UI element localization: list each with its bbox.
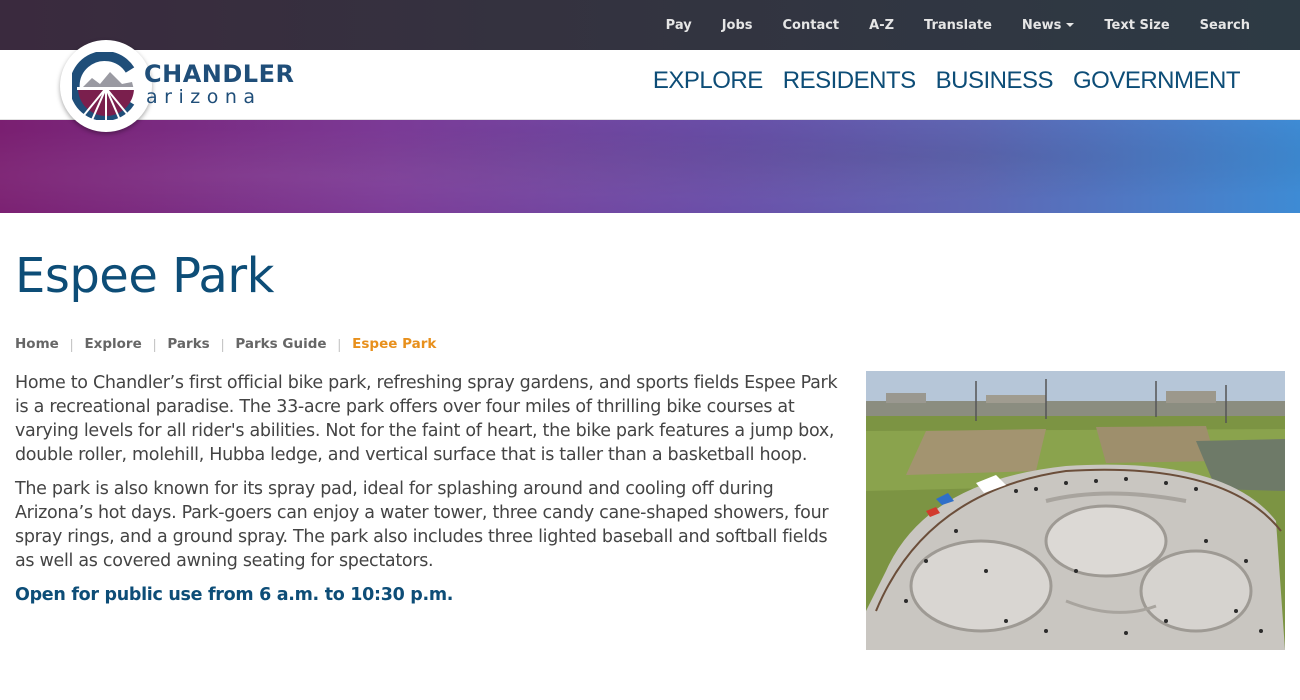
breadcrumb-separator: | (220, 336, 225, 352)
breadcrumb-current: Espee Park (352, 336, 437, 352)
caret-down-icon (1066, 22, 1075, 27)
logo-wordmark: CHANDLER arizona (144, 61, 294, 107)
utility-link-search[interactable]: Search (1200, 18, 1250, 33)
utility-link-text-size[interactable]: Text Size (1104, 18, 1169, 33)
breadcrumb-explore[interactable]: Explore (84, 336, 141, 352)
content-paragraph-1: Home to Chandler’s first official bike p… (15, 373, 838, 465)
hours-text: Open for public use from 6 a.m. to 10:30… (15, 585, 454, 605)
utility-link-contact[interactable]: Contact (783, 18, 840, 33)
breadcrumb-home[interactable]: Home (15, 336, 59, 352)
breadcrumb: Home | Explore | Parks | Parks Guide | E… (15, 336, 436, 352)
utility-nav: Pay Jobs Contact A-Z Translate News Text… (636, 0, 1250, 50)
main-nav-business[interactable]: BUSINESS (936, 67, 1054, 95)
park-photo (866, 371, 1285, 650)
logo-line-chandler: CHANDLER (144, 60, 295, 88)
hero-banner (0, 120, 1300, 213)
skate-park-aerial-image (866, 371, 1285, 650)
chandler-emblem-icon (72, 52, 135, 120)
utility-link-pay[interactable]: Pay (666, 18, 692, 33)
page-content: Home to Chandler’s first official bike p… (15, 371, 850, 607)
page-title: Espee Park (15, 248, 274, 304)
utility-link-jobs[interactable]: Jobs (722, 18, 753, 33)
breadcrumb-parks[interactable]: Parks (167, 336, 209, 352)
breadcrumb-separator: | (337, 336, 342, 352)
breadcrumb-parks-guide[interactable]: Parks Guide (235, 336, 326, 352)
site-logo[interactable]: CHANDLER arizona (60, 40, 300, 132)
main-nav-explore[interactable]: EXPLORE (653, 67, 763, 95)
utility-link-a-z[interactable]: A-Z (869, 18, 894, 33)
logo-line-arizona: arizona (146, 86, 262, 108)
main-nav: EXPLORE RESIDENTS BUSINESS GOVERNMENT (633, 50, 1241, 112)
main-nav-residents[interactable]: RESIDENTS (783, 67, 916, 95)
utility-link-news-label: News (1021, 17, 1062, 33)
breadcrumb-separator: | (69, 336, 74, 352)
utility-link-news[interactable]: News (1021, 17, 1075, 33)
main-nav-government[interactable]: GOVERNMENT (1073, 67, 1241, 95)
logo-emblem (60, 40, 152, 132)
utility-link-translate[interactable]: Translate (924, 18, 992, 33)
breadcrumb-separator: | (152, 336, 157, 352)
content-paragraph-2: The park is also known for its spray pad… (15, 479, 829, 571)
